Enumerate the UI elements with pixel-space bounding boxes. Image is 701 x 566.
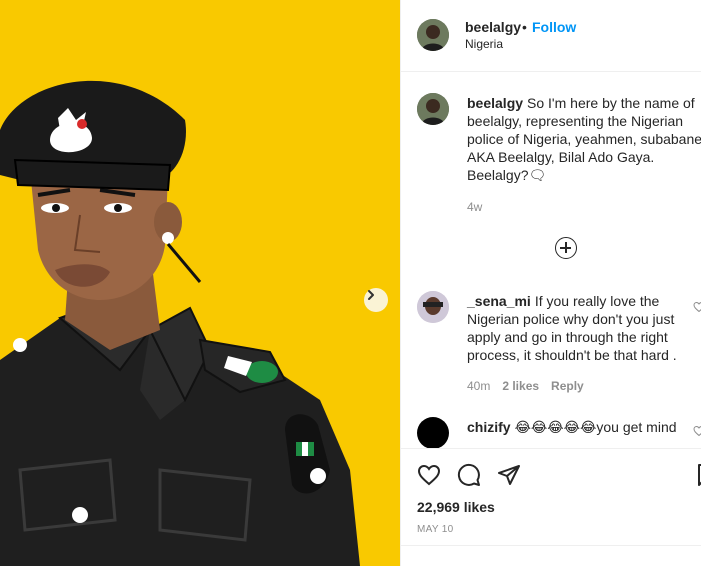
caption-timestamp[interactable]: 4w bbox=[467, 200, 482, 214]
comment-text: 😂😂😂😂😂you get mind bbox=[514, 419, 677, 435]
comment-timestamp[interactable]: 40m bbox=[467, 379, 490, 393]
comment: chizify 😂😂😂😂😂you get mind bbox=[467, 418, 701, 436]
post-side-panel: beelalgy • Follow Nigeria beelalgy So I'm… bbox=[400, 0, 701, 566]
avatar[interactable] bbox=[417, 93, 449, 125]
add-comment-divider bbox=[401, 545, 701, 546]
separator-dot: • bbox=[522, 19, 527, 35]
post-actions: 22,969 likes MAY 10 bbox=[401, 448, 701, 566]
follow-button[interactable]: Follow bbox=[532, 19, 576, 35]
reply-button[interactable]: Reply bbox=[551, 379, 584, 393]
next-image-button[interactable] bbox=[364, 288, 388, 312]
likes-count[interactable]: 22,969 likes bbox=[417, 499, 495, 515]
user-photo-icon bbox=[417, 93, 449, 125]
comments-section[interactable]: beelalgy So I'm here by the name of beela… bbox=[401, 73, 701, 448]
heart-icon[interactable] bbox=[693, 425, 701, 437]
paper-plane-icon[interactable] bbox=[497, 463, 521, 487]
plus-circle-icon[interactable] bbox=[555, 237, 577, 259]
comment-bubble-icon[interactable] bbox=[457, 463, 481, 487]
comment-username[interactable]: chizify bbox=[467, 419, 511, 435]
chevron-right-icon bbox=[368, 290, 374, 300]
post-caption: beelalgy So I'm here by the name of beela… bbox=[467, 94, 701, 184]
heart-icon[interactable] bbox=[693, 301, 701, 313]
location-link[interactable]: Nigeria bbox=[465, 37, 503, 51]
bookmark-icon[interactable] bbox=[694, 463, 701, 487]
avatar[interactable] bbox=[417, 417, 449, 448]
username-link[interactable]: beelalgy bbox=[465, 19, 521, 35]
user-photo-icon bbox=[417, 291, 449, 323]
avatar[interactable] bbox=[417, 291, 449, 323]
comment-username[interactable]: _sena_mi bbox=[467, 293, 531, 309]
post-image[interactable] bbox=[0, 0, 400, 566]
police-officer-illustration bbox=[0, 80, 360, 566]
user-photo-icon bbox=[417, 19, 449, 51]
heart-icon[interactable] bbox=[417, 463, 441, 487]
comment-likes[interactable]: 2 likes bbox=[502, 379, 539, 393]
avatar[interactable] bbox=[417, 19, 449, 51]
post-date[interactable]: MAY 10 bbox=[417, 524, 453, 535]
comment-meta: 40m 2 likes Reply bbox=[467, 379, 596, 393]
comment: _sena_mi If you really love the Nigerian … bbox=[467, 292, 701, 364]
caption-username[interactable]: beelalgy bbox=[467, 95, 523, 111]
post-header: beelalgy • Follow Nigeria bbox=[401, 0, 701, 72]
